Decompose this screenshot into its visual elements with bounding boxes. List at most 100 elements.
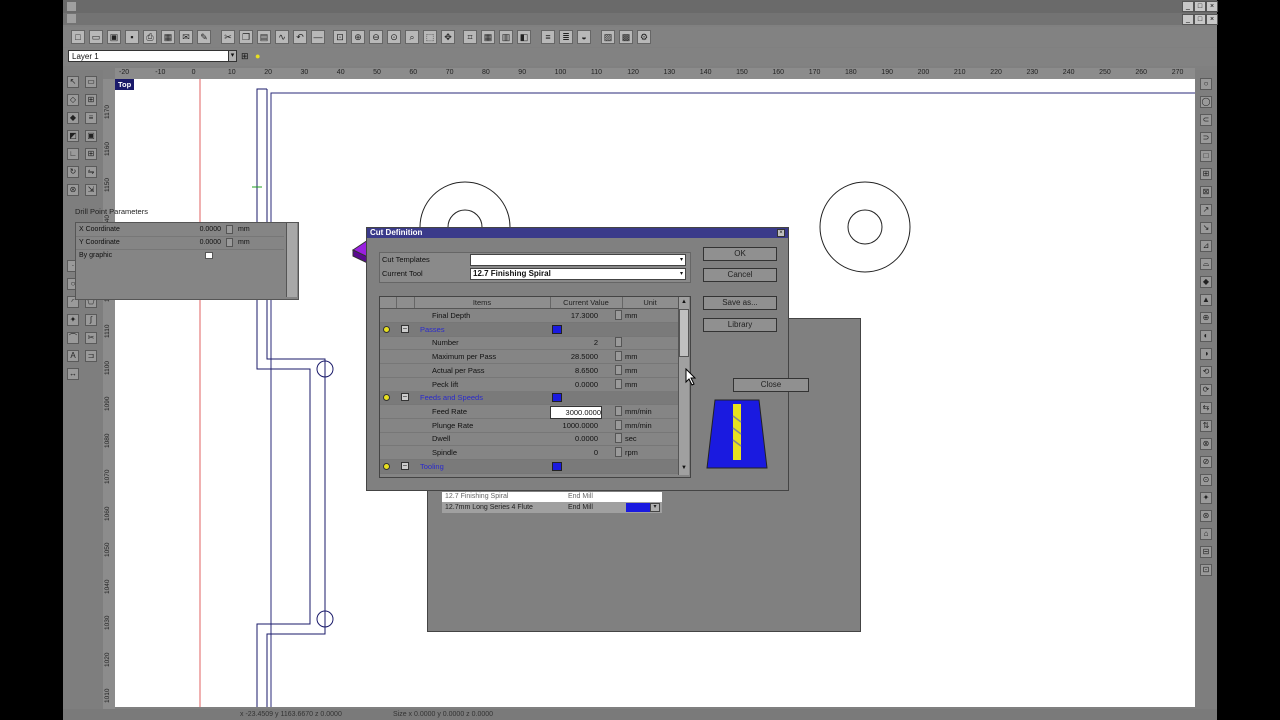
cut-templates-select[interactable] [470,254,686,266]
rotate-icon[interactable]: ↻ [67,166,79,178]
spin-icon[interactable] [615,364,622,375]
dialog-close-icon[interactable]: × [777,229,785,237]
spin-icon[interactable] [615,351,622,362]
right-tool-icon[interactable]: ⊘ [1200,456,1212,468]
maximize-button[interactable]: □ [1194,1,1206,12]
item-value[interactable]: 0 [550,446,598,459]
open-file-icon[interactable]: ▭ [89,30,103,44]
grid-item-row[interactable]: Number 2 [380,336,680,351]
toolpath-icon[interactable]: ≡ [541,30,555,44]
zoom-window-icon[interactable]: ⊡ [333,30,347,44]
machine-icon[interactable]: ▩ [619,30,633,44]
scroll-down-icon[interactable]: ▼ [679,463,689,473]
pan-icon[interactable]: ✥ [441,30,455,44]
zoom-all-icon[interactable]: ⬚ [423,30,437,44]
transform-icon[interactable]: ⊞ [85,94,97,106]
box-icon[interactable]: ▭ [85,76,97,88]
current-tool-select[interactable]: 12.7 Finishing Spiral [470,268,686,280]
snap-icon[interactable]: ⌗ [463,30,477,44]
scale-icon[interactable]: ⇲ [85,184,97,196]
by-graphic-checkbox[interactable] [205,252,213,259]
item-value[interactable]: 2 [550,336,598,349]
item-value[interactable]: 28.5000 [550,350,598,363]
color-icon[interactable]: ◆ [67,112,79,124]
offset-icon[interactable]: ⊐ [85,350,97,362]
zoom-extents-icon[interactable]: ⊙ [387,30,401,44]
frame-icon[interactable]: ▣ [85,130,97,142]
spin-icon[interactable] [615,419,622,430]
right-tool-icon[interactable]: ⊛ [1200,510,1212,522]
grid-item-row[interactable]: Maximum per Pass 28.5000 mm [380,350,680,365]
right-tool-icon[interactable]: ↗ [1200,204,1212,216]
group-bulb-icon[interactable] [383,325,390,333]
tool-row-1[interactable]: 12.7 Finishing Spiral End Mill [442,492,662,502]
chevron-down-icon[interactable]: ▾ [680,270,686,278]
pencil-icon[interactable]: ✎ [197,30,211,44]
copy-icon[interactable]: ❐ [239,30,253,44]
right-tool-icon[interactable]: ⊿ [1200,240,1212,252]
spin-icon[interactable] [615,447,622,457]
close-window-button[interactable]: × [1206,1,1218,12]
right-tool-icon[interactable]: ◑ [1200,348,1212,360]
spin-icon[interactable] [615,405,622,416]
grid-item-row[interactable]: Spindle 0 rpm [380,446,680,460]
group-bulb-icon[interactable] [383,462,390,470]
right-tool-icon[interactable]: ⊃ [1200,132,1212,144]
simulate-icon[interactable]: ≣ [559,30,573,44]
cancel-button[interactable]: Cancel [703,268,777,282]
grid-item-row[interactable]: Final Depth 17.3000 mm [380,309,680,323]
ok-button[interactable]: OK [703,247,777,261]
zoom-out-icon[interactable]: ⊖ [369,30,383,44]
list-icon[interactable]: ≡ [85,112,97,124]
trim-icon[interactable]: ✂ [85,332,97,344]
right-tool-icon[interactable]: ⌓ [1200,258,1212,270]
spin-icon[interactable] [615,337,622,348]
doc-close-button[interactable]: × [1206,14,1218,25]
grid-item-row[interactable]: Feed Rate 3000.0000 mm/min [380,405,680,419]
calculator-icon[interactable]: ▦ [161,30,175,44]
save-as-button[interactable]: Save as... [703,296,777,310]
grid-group-row[interactable]: – Feeds and Speeds [380,391,680,406]
spin-icon[interactable] [226,238,233,247]
right-tool-icon[interactable]: ✦ [1200,492,1212,504]
library-button[interactable]: Library [703,318,777,332]
spin-icon[interactable] [615,433,622,444]
view-icon[interactable]: ◧ [517,30,531,44]
zoom-in-icon[interactable]: ⊕ [351,30,365,44]
right-tool-icon[interactable]: ⊡ [1200,564,1212,576]
measure-icon[interactable]: ∟ [67,148,79,160]
chevron-down-icon[interactable]: ▾ [228,50,237,62]
collapse-icon[interactable]: – [401,324,409,333]
doc-minimize-button[interactable]: _ [1182,14,1194,25]
scroll-thumb[interactable] [679,309,689,357]
line-icon[interactable]: — [311,30,325,44]
item-value[interactable]: 8.6500 [550,364,598,377]
mail-icon[interactable]: ✉ [179,30,193,44]
item-value[interactable]: 0.0000 [550,432,598,445]
layers-icon[interactable]: ▥ [499,30,513,44]
right-tool-icon[interactable]: ⟲ [1200,366,1212,378]
layer-properties-icon[interactable]: ⊞ [241,51,251,61]
drill-row-value[interactable]: 0.0000 [191,223,221,236]
scroll-up-icon[interactable]: ▲ [679,297,689,307]
item-value[interactable]: 0.0000 [550,378,598,391]
right-tool-icon[interactable]: ⊗ [1200,438,1212,450]
right-tool-icon[interactable]: ⌂ [1200,528,1212,540]
right-tool-icon[interactable]: ⊠ [1200,186,1212,198]
shade-icon[interactable]: ◒ [577,30,591,44]
right-tool-icon[interactable]: ⊕ [1200,312,1212,324]
right-tool-icon[interactable]: ↘ [1200,222,1212,234]
dimension-icon[interactable]: ↔ [67,368,79,380]
right-tool-icon[interactable]: ⊙ [1200,474,1212,486]
undo-icon[interactable]: ↶ [293,30,307,44]
right-tool-icon[interactable]: ⇅ [1200,420,1212,432]
right-tool-icon[interactable]: ◐ [1200,330,1212,342]
mirror-icon[interactable]: ⇋ [85,166,97,178]
right-tool-icon[interactable]: ◯ [1200,96,1212,108]
right-tool-icon[interactable]: □ [1200,150,1212,162]
right-tool-icon[interactable]: ⊂ [1200,114,1212,126]
settings-icon[interactable]: ⚙ [637,30,651,44]
paste-icon[interactable]: ▤ [257,30,271,44]
save-icon[interactable]: ▪ [125,30,139,44]
grid-item-row[interactable]: Plunge Rate 1000.0000 mm/min [380,419,680,433]
